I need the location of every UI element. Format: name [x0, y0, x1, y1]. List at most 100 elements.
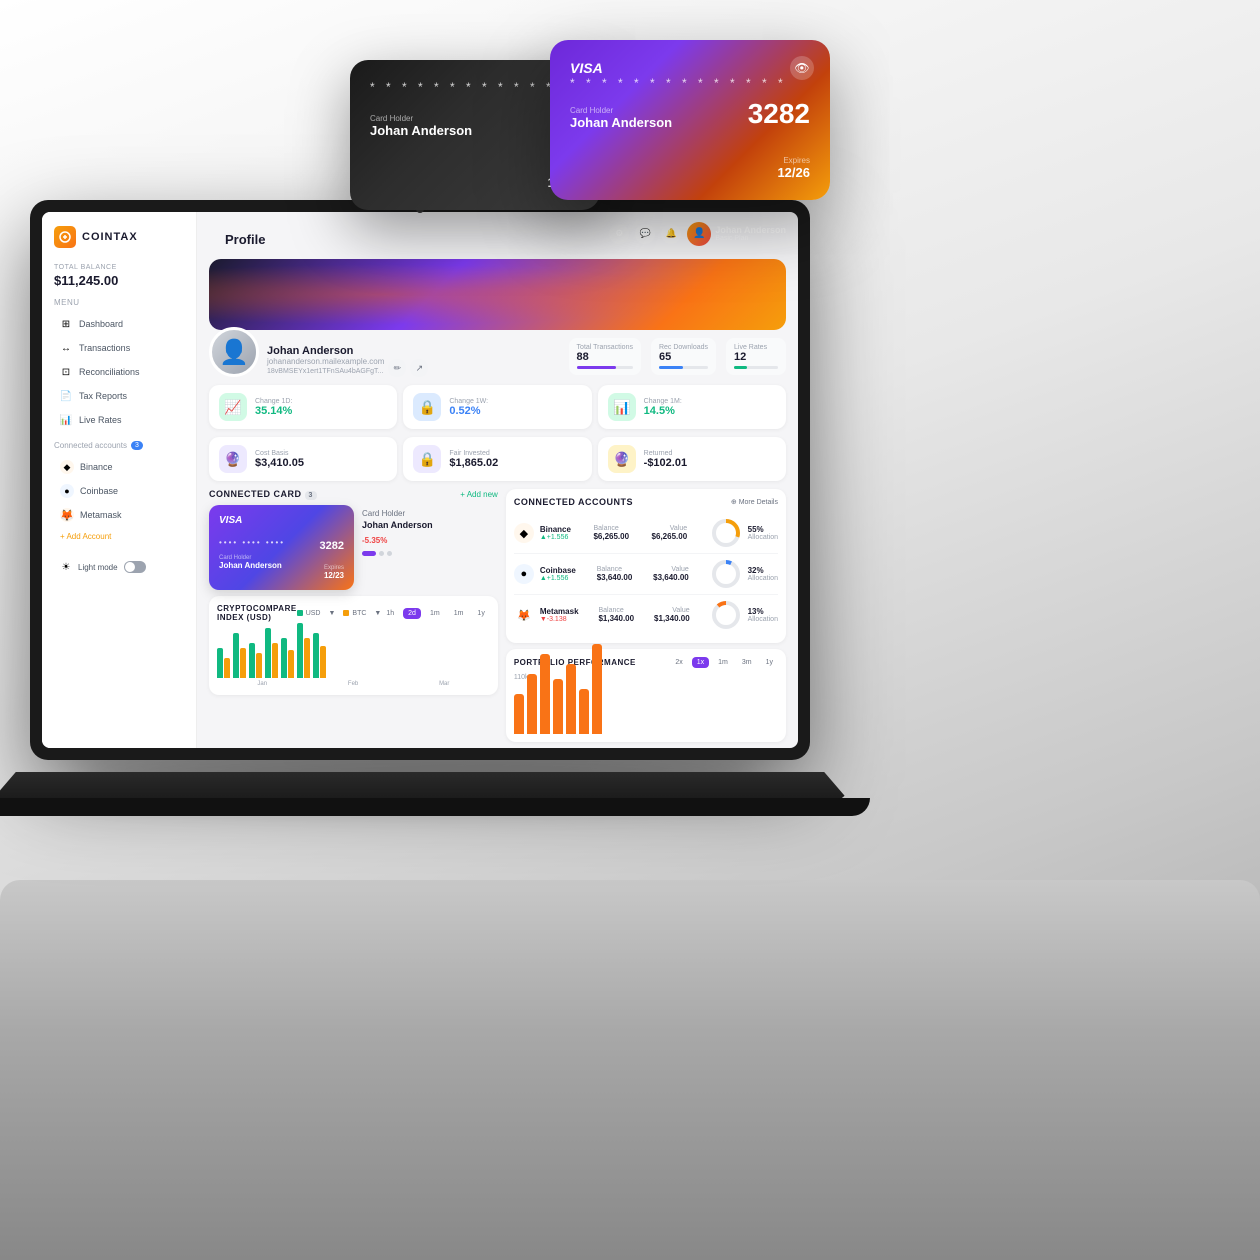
stat-live-rates: Live Rates 12: [726, 338, 786, 375]
menu-reconciliations-label: Reconciliations: [79, 367, 140, 377]
binance-allocation: 55% Allocation: [710, 517, 778, 549]
purple-card-holder-name: Johan Anderson: [570, 115, 672, 130]
metamask-row: 🦊 Metamask ▼-3.138 Balance $1,340.00: [514, 595, 778, 635]
profile-email: johananderson.mailexample.com: [267, 357, 384, 366]
change-1w-icon: 🔒: [413, 393, 441, 421]
purple-card-network: VISA: [570, 60, 603, 76]
stat-total-tx: Total Transactions 88: [569, 338, 641, 375]
change-card-1m: 📊 Change 1M: 14.5%: [598, 385, 786, 429]
bar-chart: [217, 628, 490, 678]
account-coinbase[interactable]: ● Coinbase: [54, 480, 184, 502]
connected-accounts-table: CONNECTED ACCOUNTS ⊕ More Details ◆ Bina…: [506, 489, 786, 643]
returned-card: 🔮 Returned -$102.01: [598, 437, 786, 481]
live-rates-icon: 📊: [60, 414, 72, 426]
cost-cards-row: 🔮 Cost Basis $3,410.05 🔒 Fair Invested $…: [197, 437, 798, 481]
menu-tax-reports[interactable]: 📄 Tax Reports: [54, 385, 184, 407]
main-content: Profile ⚙ 💬 🔔 👤 Johan Anderson Basic Pla…: [197, 212, 798, 748]
eye-icon: 👁: [790, 56, 814, 80]
menu-transactions-label: Transactions: [79, 343, 130, 353]
share-icon[interactable]: ↗: [410, 359, 428, 377]
laptop-bezel: COINTAX TOTAL BALANCE $11,245.00 Menu ⊞ …: [30, 200, 810, 760]
chart-legend: USD ▼ BTC ▼: [297, 610, 382, 617]
change-card-1d: 📈 Change 1D: 35.14%: [209, 385, 397, 429]
connected-accounts-title: CONNECTED ACCOUNTS: [514, 497, 633, 507]
transactions-icon: ↔: [60, 342, 72, 354]
card-network: VISA: [219, 515, 344, 526]
laptop: COINTAX TOTAL BALANCE $11,245.00 Menu ⊞ …: [30, 200, 930, 1100]
add-new-card[interactable]: + Add new: [460, 490, 498, 499]
light-mode-icon: ☀: [60, 561, 72, 573]
coinbase-logo: ●: [514, 564, 534, 584]
account-metamask[interactable]: 🦊 Metamask: [54, 504, 184, 526]
menu-tax-reports-label: Tax Reports: [79, 391, 127, 401]
light-mode-label: Light mode: [78, 563, 118, 572]
portfolio-chart: PORTFOLIO PERFORMANCE 2x 1x 1m 3m 1y 110…: [506, 649, 786, 742]
purple-card-dots: * * * * * * * * * * * * * *: [570, 76, 810, 90]
returned-icon: 🔮: [608, 445, 636, 473]
bottom-panels: CONNECTED CARD 3 + Add new VISA •••• •••…: [197, 489, 798, 748]
metamask-allocation: 13% Allocation: [710, 599, 778, 631]
fair-invested-card: 🔒 Fair Invested $1,865.02: [403, 437, 591, 481]
fair-invested-icon: 🔒: [413, 445, 441, 473]
edit-icon[interactable]: ✏: [388, 359, 406, 377]
coinbase-row: ● Coinbase ▲+1.556 Balance $3,640.00: [514, 554, 778, 595]
metamask-icon: 🦊: [60, 508, 74, 522]
menu-dashboard[interactable]: ⊞ Dashboard: [54, 313, 184, 335]
total-balance-label: TOTAL BALANCE: [54, 264, 184, 271]
total-balance-value: $11,245.00: [54, 273, 184, 288]
panel-left: CONNECTED CARD 3 + Add new VISA •••• •••…: [209, 489, 498, 748]
credit-card-mini: VISA •••• •••• •••• 3282 Card Holder Joh…: [209, 505, 354, 590]
chart-time-filters: 1h 2d 1m 1m 1y: [381, 608, 489, 619]
sidebar: COINTAX TOTAL BALANCE $11,245.00 Menu ⊞ …: [42, 212, 197, 748]
profile-address: 18vBMSEYx1ert1TFnSAu4bAGFgT...: [267, 368, 384, 375]
add-account-link[interactable]: + Add Account: [54, 528, 184, 545]
user-avatar: 👤: [687, 222, 711, 246]
logo-text: COINTAX: [82, 231, 138, 243]
light-mode-toggle[interactable]: [124, 561, 146, 573]
laptop-base-bottom: [0, 798, 870, 816]
change-1m-icon: 📊: [608, 393, 636, 421]
light-mode-toggle-area: ☀ Light mode: [54, 557, 184, 577]
crypto-chart-title: CRYPTOCOMPARE INDEX (USD): [217, 604, 297, 622]
purple-card-expires: Expires 12/26: [777, 156, 810, 180]
card-last4: 3282: [320, 540, 344, 552]
coinbase-label: Coinbase: [80, 486, 118, 496]
profile-banner: [209, 259, 786, 330]
account-binance[interactable]: ◆ Binance: [54, 456, 184, 478]
metamask-label: Metamask: [80, 510, 122, 520]
binance-icon: ◆: [60, 460, 74, 474]
connected-card-header: CONNECTED CARD 3 + Add new: [209, 489, 498, 499]
portfolio-bar-chart: [514, 684, 778, 734]
profile-actions: ✏ ↗: [388, 359, 428, 377]
notification-icon[interactable]: 🔔: [661, 224, 681, 244]
message-icon[interactable]: 💬: [635, 224, 655, 244]
profile-avatar: 👤: [209, 327, 259, 377]
metamask-logo: 🦊: [514, 605, 534, 625]
page-title: Profile: [209, 220, 281, 247]
crypto-chart: CRYPTOCOMPARE INDEX (USD) USD ▼: [209, 596, 498, 695]
purple-card-holder-label: Card Holder: [570, 106, 672, 115]
binance-label: Binance: [80, 462, 113, 472]
more-details-link[interactable]: ⊕ More Details: [731, 498, 778, 506]
menu-label: Menu: [54, 298, 184, 307]
dashboard-icon: ⊞: [60, 318, 72, 330]
menu-transactions[interactable]: ↔ Transactions: [54, 337, 184, 359]
change-cards-row: 📈 Change 1D: 35.14% 🔒 Change 1W: 0.52%: [197, 385, 798, 429]
binance-logo: ◆: [514, 523, 534, 543]
change-card-1w: 🔒 Change 1W: 0.52%: [403, 385, 591, 429]
user-name-header: Johan Anderson: [715, 225, 786, 235]
tax-reports-icon: 📄: [60, 390, 72, 402]
dark-card-holder-name: Johan Anderson: [370, 123, 580, 138]
panel-right: CONNECTED ACCOUNTS ⊕ More Details ◆ Bina…: [506, 489, 786, 748]
logo-icon: [54, 226, 76, 248]
change-1d-icon: 📈: [219, 393, 247, 421]
menu-reconciliations[interactable]: ⊡ Reconciliations: [54, 361, 184, 383]
cost-basis-icon: 🔮: [219, 445, 247, 473]
menu-live-rates-label: Live Rates: [79, 415, 122, 425]
card-pagination: [362, 551, 433, 556]
settings-icon[interactable]: ⚙: [609, 224, 629, 244]
coinbase-icon: ●: [60, 484, 74, 498]
menu-live-rates[interactable]: 📊 Live Rates: [54, 409, 184, 431]
dark-card-holder-label: Card Holder: [370, 114, 580, 123]
laptop-screen: COINTAX TOTAL BALANCE $11,245.00 Menu ⊞ …: [42, 212, 798, 748]
